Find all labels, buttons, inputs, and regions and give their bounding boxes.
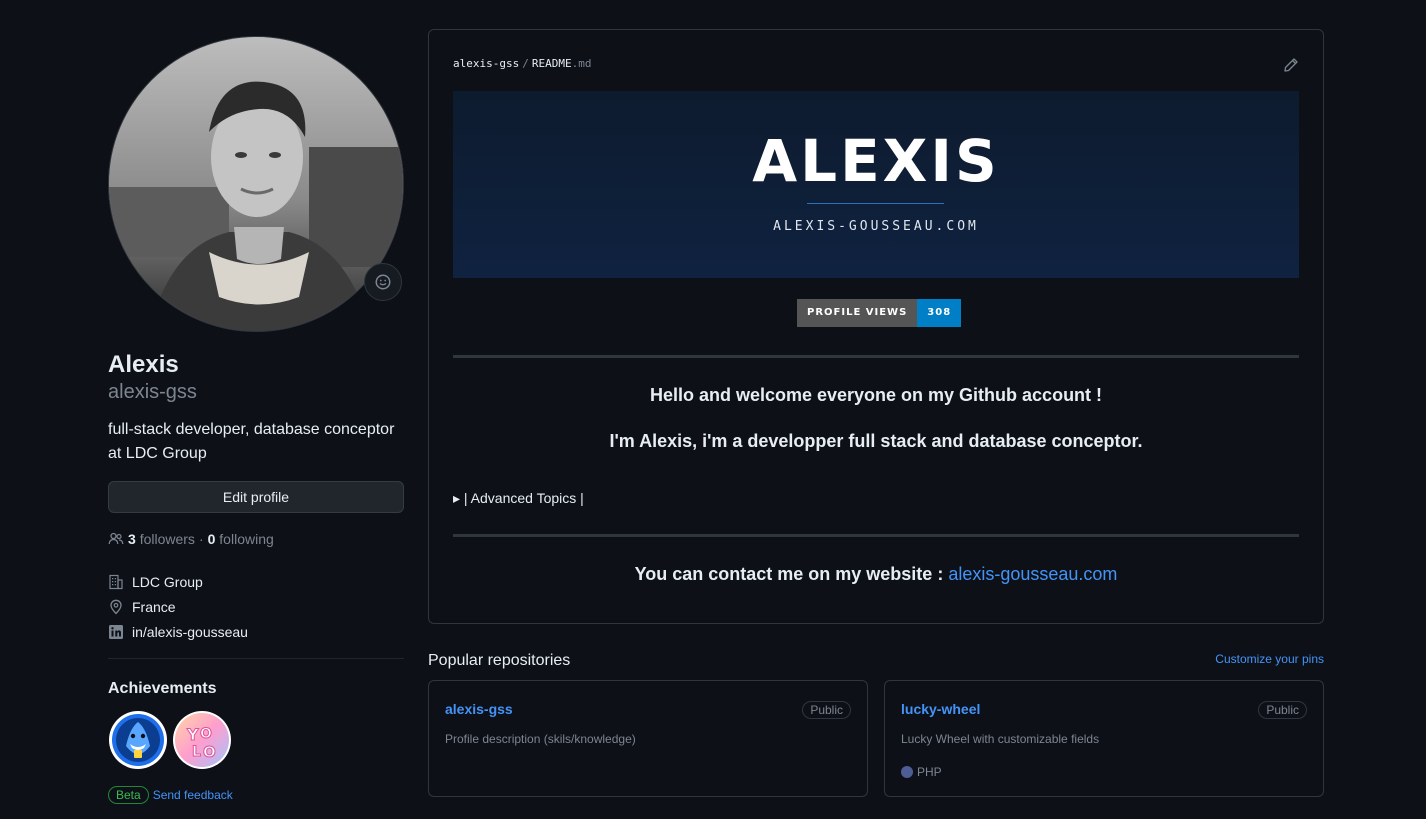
avatar[interactable] <box>108 36 404 332</box>
vcard-location: France <box>108 594 404 619</box>
profile-login: alexis-gss <box>108 381 197 403</box>
yolo-badge[interactable]: Y O L O <box>172 710 232 770</box>
breadcrumb-separator: / <box>522 57 529 70</box>
profile-name: Alexis <box>108 351 179 378</box>
sidebar-divider <box>108 658 404 659</box>
readme-file: README <box>531 57 572 70</box>
followers-count: 3 <box>128 531 136 547</box>
follow-separator: · <box>198 531 204 547</box>
profile-views-badge: PROFILE VIEWS 308 <box>797 299 962 327</box>
repo-card: lucky-wheel Public Lucky Wheel with cust… <box>884 680 1324 797</box>
repo-visibility-badge: Public <box>1258 701 1307 719</box>
edit-profile-button[interactable]: Edit profile <box>108 481 404 513</box>
company-name: LDC Group <box>132 573 203 590</box>
achievements-feedback: Beta Send feedback <box>108 786 404 804</box>
avatar-wrapper <box>108 36 404 332</box>
readme-owner[interactable]: alexis-gss <box>453 57 519 70</box>
advanced-topics-toggle[interactable]: ▸ | Advanced Topics | <box>453 490 584 507</box>
vcard-linkedin[interactable]: in/alexis-gousseau <box>108 619 404 644</box>
readme-divider-1 <box>453 355 1299 358</box>
readme-breadcrumb: alexis-gss / README.md <box>453 57 591 70</box>
shark-badge[interactable] <box>108 710 168 770</box>
shark-badge-icon <box>109 711 167 769</box>
profile-views-label: PROFILE VIEWS <box>797 299 918 327</box>
repo-description: Lucky Wheel with customizable fields <box>901 732 1100 746</box>
achievements-title: Achievements <box>108 680 217 697</box>
smiley-icon <box>375 274 391 290</box>
edit-readme-button[interactable] <box>1283 57 1299 78</box>
language-color-dot <box>901 766 913 778</box>
linkedin-link[interactable]: in/alexis-gousseau <box>132 624 248 640</box>
readme-intro: I'm Alexis, i'm a developper full stack … <box>609 431 1143 451</box>
readme-divider-2 <box>453 534 1299 537</box>
repo-language-name: PHP <box>917 765 942 779</box>
banner-rule <box>807 203 944 204</box>
svg-text:O: O <box>200 726 212 742</box>
repo-name-link[interactable]: lucky-wheel <box>901 701 980 717</box>
svg-text:O: O <box>203 743 216 761</box>
repo-visibility-badge: Public <box>802 701 851 719</box>
follow-stats: 3 followers · 0 following <box>108 531 404 547</box>
advanced-topics-summary: | Advanced Topics | <box>463 490 584 506</box>
readme-ext: .md <box>571 57 592 70</box>
banner-subtitle: ALEXIS-GOUSSEAU.COM <box>773 219 979 234</box>
customize-pins-link[interactable]: Customize your pins <box>1215 652 1324 666</box>
building-icon <box>109 574 123 589</box>
following-link[interactable]: 0 following <box>208 531 274 547</box>
yolo-badge-icon: Y O L O <box>173 711 231 769</box>
set-status-button[interactable] <box>364 263 402 301</box>
achievements-list: Y O L O <box>108 710 404 770</box>
following-label: following <box>219 531 274 547</box>
profile-bio: full-stack developer, database conceptor… <box>108 421 395 462</box>
vcard-company: LDC Group <box>108 569 404 594</box>
svg-text:L: L <box>192 744 201 760</box>
beta-label: Beta <box>108 786 149 804</box>
followers-label: followers <box>139 531 195 547</box>
following-count: 0 <box>207 531 216 547</box>
readme-card: alexis-gss / README.md ALEXIS ALEXIS-GOUSS… <box>428 29 1324 624</box>
linkedin-icon <box>109 624 123 639</box>
send-feedback-link[interactable]: Send feedback <box>153 788 233 802</box>
disclosure-triangle-icon: ▸ <box>453 490 461 506</box>
profile-views-value: 308 <box>917 299 962 327</box>
contact-text: You can contact me on my website : <box>634 564 949 584</box>
readme-contact: You can contact me on my website : alexi… <box>429 564 1323 585</box>
readme-banner: ALEXIS ALEXIS-GOUSSEAU.COM <box>453 91 1299 278</box>
repo-language: PHP <box>901 765 942 779</box>
avatar-photo <box>109 37 403 331</box>
pencil-icon <box>1284 58 1298 72</box>
website-link[interactable]: alexis-gousseau.com <box>948 564 1117 584</box>
repo-description: Profile description (skils/knowledge) <box>445 732 636 746</box>
banner-title: ALEXIS <box>752 127 1000 195</box>
followers-link[interactable]: 3 followers <box>128 531 195 547</box>
location-pin-icon <box>110 599 122 614</box>
repo-name-link[interactable]: alexis-gss <box>445 701 513 717</box>
profile-sidebar: Alexis alexis-gss full-stack developer, … <box>108 36 404 804</box>
location-name: France <box>132 598 176 615</box>
svg-text:Y: Y <box>186 725 199 744</box>
vcard-details: LDC Group France in/alexis-gousseau <box>108 569 404 644</box>
readme-welcome: Hello and welcome everyone on my Github … <box>649 385 1103 405</box>
people-icon <box>108 532 124 545</box>
repo-card: alexis-gss Public Profile description (s… <box>428 680 868 797</box>
popular-repositories-title: Popular repositories <box>428 652 571 669</box>
